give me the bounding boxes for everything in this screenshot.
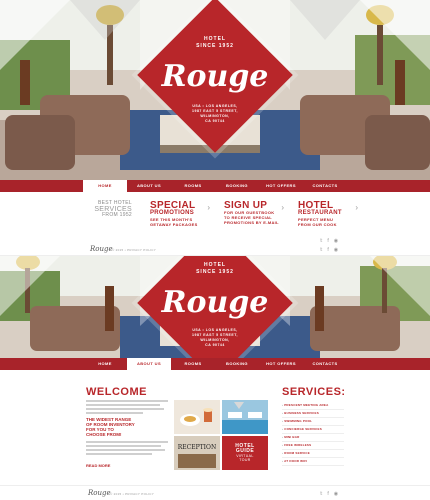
hotel-label: HOTEL: [204, 262, 226, 268]
address-line: CA 90744: [205, 343, 225, 347]
chevron-right-icon: ›: [355, 203, 358, 212]
footer-logo[interactable]: Rouge: [88, 489, 111, 497]
promo-special-subtitle: PROMOTIONS: [150, 210, 195, 216]
services-list: PRESCENT MEETING AREA BUSINESS SERVICES …: [282, 402, 344, 466]
pool-image: [222, 400, 268, 434]
nav-item-hot-offers[interactable]: HOT OFFERS: [259, 180, 303, 192]
rss-icon[interactable]: ◉: [334, 247, 338, 253]
nav-item-contacts[interactable]: CONTACTS: [303, 180, 347, 192]
twitter-icon[interactable]: 𝕥: [320, 491, 322, 497]
promo-rest-line: FROM OUR COOK: [298, 222, 337, 227]
social-links-footer: 𝕥 f ◉: [320, 491, 338, 497]
nav-item-rooms[interactable]: ROOMS: [171, 180, 215, 192]
welcome-range-line: CHOOSE FROM!: [86, 432, 122, 437]
nav-item-hot-offers[interactable]: HOT OFFERS: [259, 358, 303, 370]
service-item[interactable]: FREE WIRELESS: [282, 442, 344, 450]
promo-best-services: BEST HOTEL SERVICES FROM 1952: [72, 201, 136, 237]
facebook-icon[interactable]: f: [327, 247, 328, 253]
hotel-label: HOTEL: [204, 36, 226, 42]
nav-item-home[interactable]: HOME: [83, 358, 127, 370]
tile-reception[interactable]: RECEPTION: [174, 436, 220, 470]
promo-rest-title: HOTEL: [298, 200, 334, 211]
text-line: [86, 412, 144, 414]
header-logo[interactable]: Rouge: [90, 245, 113, 253]
promo-special-title: SPECIAL: [150, 200, 196, 211]
hero-slider-bottom: HOTEL SINCE 1952 Rouge USA • LOS ANGELES…: [0, 256, 430, 358]
read-more-link[interactable]: READ MORE: [86, 463, 110, 468]
nav-item-booking[interactable]: BOOKING: [215, 358, 259, 370]
rss-icon[interactable]: ◉: [334, 491, 338, 497]
services-title: SERVICES:: [282, 386, 346, 398]
social-links-header: 𝕥 f ◉: [320, 247, 338, 253]
nav-item-about[interactable]: ABOUT US: [127, 358, 171, 370]
welcome-highlight: THE WIDEST RANGE OF ROOM INVENTORY FOR Y…: [86, 417, 168, 437]
brand-logo: Rouge: [161, 59, 269, 94]
tile-pool[interactable]: [222, 400, 268, 434]
text-line: [86, 404, 160, 406]
tile-breakfast[interactable]: [174, 400, 220, 434]
promo-signup-title: SIGN UP: [224, 200, 268, 211]
chevron-right-icon: ›: [207, 203, 210, 212]
logo-block[interactable]: HOTEL SINCE 1952 Rouge USA • LOS ANGELES…: [160, 262, 270, 348]
text-line: [86, 441, 168, 443]
chevron-right-icon: ›: [281, 203, 284, 212]
promo-signup-line: PROMOTIONS BY E-MAIL: [224, 220, 279, 225]
promo-special-line: GETAWAY PACKAGES: [150, 222, 198, 227]
text-line: [86, 400, 168, 402]
main-nav-bottom: HOME ABOUT US ROOMS BOOKING HOT OFFERS C…: [0, 358, 430, 370]
hero-slider-top: HOTEL SINCE 1952 Rouge USA • LOS ANGELES…: [0, 0, 430, 180]
nav-item-booking[interactable]: BOOKING: [215, 180, 259, 192]
guide-subtitle: TOUR: [239, 458, 251, 462]
facebook-icon[interactable]: f: [327, 491, 328, 497]
service-item[interactable]: CONCIERGE SERVICES: [282, 426, 344, 434]
logo-block[interactable]: HOTEL SINCE 1952 Rouge USA • LOS ANGELES…: [160, 36, 270, 124]
welcome-paragraph: [86, 400, 168, 416]
breakfast-image: [174, 400, 220, 434]
footer-copyright: © 2015 • PRIVACY POLICY: [110, 492, 155, 496]
nav-item-contacts[interactable]: CONTACTS: [303, 358, 347, 370]
reception-sign: RECEPTION: [178, 444, 216, 451]
welcome-title: WELCOME: [86, 386, 147, 398]
service-item[interactable]: PRESCENT MEETING AREA: [282, 402, 344, 410]
promo-special[interactable]: SPECIAL PROMOTIONS SEE THIS MONTH'S GETA…: [146, 201, 210, 237]
main-nav-top: HOME ABOUT US ROOMS BOOKING HOT OFFERS C…: [0, 180, 430, 192]
promo-rest-subtitle: RESTAURANT: [298, 210, 342, 216]
service-item[interactable]: AT DOOR WIFI: [282, 458, 344, 466]
welcome-paragraph-2: [86, 441, 168, 457]
since-label: SINCE 1952: [196, 269, 234, 275]
promo-signup[interactable]: SIGN UP FOR OUR GUESTBOOK TO RECEIVE SPE…: [220, 201, 284, 237]
promo-restaurant[interactable]: HOTEL RESTAURANT PERFECT MENU FROM OUR C…: [294, 201, 358, 237]
address-line: CA 90744: [205, 119, 225, 123]
service-item[interactable]: ROOM SERVICE: [282, 450, 344, 458]
text-line: [86, 408, 164, 410]
brand-logo: Rouge: [161, 285, 269, 320]
service-item[interactable]: BUSINESS SERVICES: [282, 410, 344, 418]
page-footer: Rouge © 2015 • PRIVACY POLICY 𝕥 f ◉: [0, 485, 430, 500]
since-label: SINCE 1952: [196, 43, 234, 49]
text-line: [86, 445, 162, 447]
service-item[interactable]: MINI BAR: [282, 434, 344, 442]
nav-item-home[interactable]: HOME: [83, 180, 127, 192]
nav-item-about[interactable]: ABOUT US: [127, 180, 171, 192]
promo-best-line: FROM 1952: [102, 212, 132, 218]
text-line: [86, 453, 152, 455]
twitter-icon[interactable]: 𝕥: [320, 247, 322, 253]
page-header: Rouge © 2015 • PRIVACY POLICY 𝕥 f ◉: [0, 244, 430, 256]
tile-hotel-guide[interactable]: HOTEL GUIDE VIRTUAL TOUR: [222, 436, 268, 470]
text-line: [86, 449, 165, 451]
header-copyright: © 2015 • PRIVACY POLICY: [112, 248, 157, 252]
nav-item-rooms[interactable]: ROOMS: [171, 358, 215, 370]
service-item[interactable]: SWIMMING POOL: [282, 418, 344, 426]
promo-row: BEST HOTEL SERVICES FROM 1952 SPECIAL PR…: [0, 201, 430, 237]
reception-image: RECEPTION: [174, 436, 220, 470]
